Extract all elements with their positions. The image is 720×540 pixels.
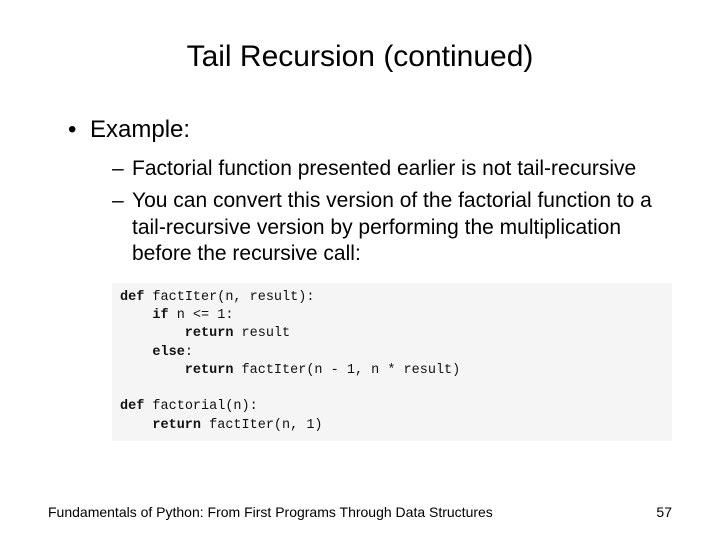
slide: Tail Recursion (continued) Example: Fact… — [0, 0, 720, 540]
page-number: 57 — [656, 504, 672, 520]
code-l8-rest: factIter(n, 1) — [201, 418, 323, 433]
code-block: def factIter(n, result): if n <= 1: retu… — [112, 283, 672, 441]
kw-return-3: return — [120, 418, 201, 433]
footer: Fundamentals of Python: From First Progr… — [48, 504, 672, 520]
kw-if: if — [120, 308, 169, 323]
code-l4-rest: : — [185, 345, 193, 360]
footer-text: Fundamentals of Python: From First Progr… — [48, 504, 493, 520]
sub-bullet-2: You can convert this version of the fact… — [112, 188, 672, 267]
sub-bullet-1: Factorial function presented earlier is … — [112, 156, 672, 182]
code-l7-rest: factorial(n): — [144, 399, 257, 414]
code-l2-rest: n <= 1: — [169, 308, 234, 323]
code-l5-rest: factIter(n - 1, n * result) — [233, 363, 460, 378]
kw-return-1: return — [120, 326, 233, 341]
kw-return-2: return — [120, 363, 233, 378]
bullet-example: Example: — [68, 116, 672, 144]
code-l1-rest: factIter(n, result): — [144, 290, 314, 305]
kw-def-1: def — [120, 290, 144, 305]
kw-def-2: def — [120, 399, 144, 414]
kw-else: else — [120, 345, 185, 360]
slide-title: Tail Recursion (continued) — [48, 40, 672, 74]
code-l3-rest: result — [233, 326, 290, 341]
